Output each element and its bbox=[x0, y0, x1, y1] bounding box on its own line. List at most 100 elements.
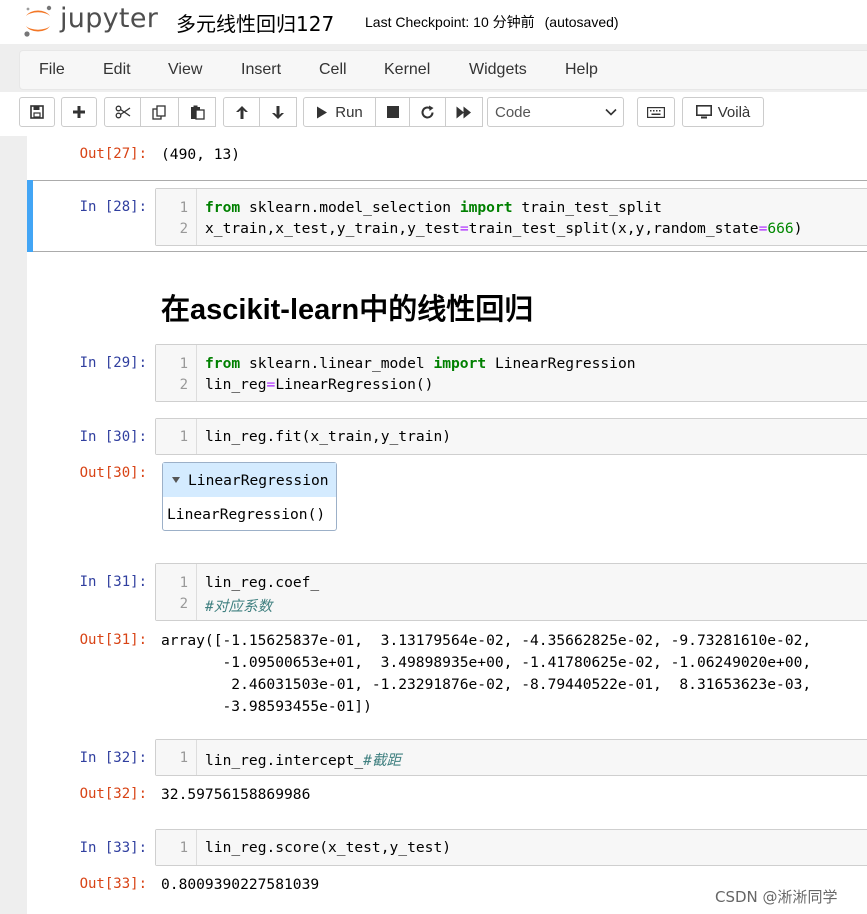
widget-header[interactable]: LinearRegression bbox=[163, 463, 336, 497]
code-text: LinearRegression() bbox=[275, 376, 434, 393]
jupyter-brand[interactable]: jupyter bbox=[60, 3, 158, 34]
checkpoint-status: Last Checkpoint: 10 分钟前 (autosaved) bbox=[365, 12, 619, 32]
run-button[interactable]: Run bbox=[303, 97, 376, 127]
restart-run-all-button[interactable] bbox=[446, 97, 483, 127]
code-text: LinearRegression bbox=[486, 355, 636, 372]
keyword: from bbox=[205, 199, 241, 216]
line-number: 1 bbox=[179, 200, 188, 216]
paste-button[interactable] bbox=[179, 97, 216, 127]
line-number: 2 bbox=[179, 377, 188, 393]
notebook-title[interactable]: 多元线性回归127 bbox=[176, 8, 334, 37]
cut-button[interactable] bbox=[104, 97, 141, 127]
in31-prompt: In [31]: bbox=[79, 574, 147, 590]
menu-insert[interactable]: Insert bbox=[241, 61, 281, 79]
arrow-up-icon bbox=[235, 105, 248, 119]
menu-kernel[interactable]: Kernel bbox=[384, 61, 430, 79]
paste-icon bbox=[190, 105, 205, 120]
jupyter-logo-icon bbox=[24, 5, 52, 37]
move-up-button[interactable] bbox=[223, 97, 260, 127]
stop-icon bbox=[386, 106, 399, 118]
code-text: lin_reg bbox=[205, 376, 267, 393]
widget-body: LinearRegression() bbox=[167, 506, 326, 523]
toolbar: Run Voilà bbox=[0, 92, 867, 136]
play-icon bbox=[317, 106, 328, 118]
in28-prompt: In [28]: bbox=[79, 199, 147, 215]
keyboard-icon bbox=[647, 106, 665, 118]
code-line: lin_reg.coef_ bbox=[205, 574, 320, 591]
plus-icon bbox=[73, 106, 85, 118]
menu-cell[interactable]: Cell bbox=[319, 61, 347, 79]
cell-type-select[interactable]: Code bbox=[487, 97, 624, 127]
menu-view[interactable]: View bbox=[168, 61, 202, 79]
line-gutter: 1 bbox=[156, 419, 197, 454]
line-number: 1 bbox=[179, 429, 188, 445]
line-number: 2 bbox=[179, 596, 188, 612]
menu-help[interactable]: Help bbox=[565, 61, 598, 79]
cell-type-value: Code bbox=[495, 104, 531, 121]
out27-text: (490, 13) bbox=[161, 146, 241, 163]
operator: = bbox=[459, 220, 469, 237]
in31-input[interactable]: 1 2 lin_reg.coef_ #对应系数 bbox=[155, 563, 867, 621]
save-button[interactable] bbox=[19, 97, 55, 127]
restart-icon bbox=[421, 105, 434, 118]
cut-icon bbox=[115, 105, 130, 119]
in30-prompt: In [30]: bbox=[79, 429, 147, 445]
interrupt-button[interactable] bbox=[376, 97, 410, 127]
command-palette-button[interactable] bbox=[637, 97, 675, 127]
code-text: x_train,x_test,y_train,y_test bbox=[205, 220, 460, 237]
copy-button[interactable] bbox=[141, 97, 179, 127]
code-line: x_train,x_test,y_train,y_test=train_test… bbox=[205, 220, 803, 237]
monitor-icon bbox=[695, 105, 712, 119]
markdown-heading: 在ascikit-learn中的线性回归 bbox=[161, 294, 534, 326]
menu-file[interactable]: File bbox=[39, 61, 65, 79]
in30-input[interactable]: 1 lin_reg.fit(x_train,y_train) bbox=[155, 418, 867, 455]
estimator-widget[interactable]: LinearRegression LinearRegression() bbox=[162, 462, 337, 531]
code-text: train_test_split(x,y,random_state bbox=[468, 220, 759, 237]
run-label: Run bbox=[335, 103, 363, 121]
menu-bar: File Edit View Insert Cell Kernel Widget… bbox=[19, 50, 867, 90]
checkpoint-text: Last Checkpoint: 10 分钟前 bbox=[365, 14, 535, 30]
menu-edit[interactable]: Edit bbox=[103, 61, 131, 79]
code-line: from sklearn.linear_model import LinearR… bbox=[205, 355, 636, 372]
in29-input[interactable]: 1 2 from sklearn.linear_model import Lin… bbox=[155, 344, 867, 402]
code-line: lin_reg.intercept_#截距 bbox=[205, 749, 401, 770]
arrow-down-icon bbox=[272, 105, 284, 119]
autosaved-text: (autosaved) bbox=[544, 14, 619, 30]
fast-forward-icon bbox=[456, 106, 471, 118]
out31-line: 2.46031503e-01, -1.23291876e-02, -8.7944… bbox=[161, 676, 812, 693]
move-down-button[interactable] bbox=[260, 97, 297, 127]
restart-button[interactable] bbox=[410, 97, 446, 127]
out27-prompt: Out[27]: bbox=[79, 146, 147, 162]
save-icon bbox=[30, 105, 44, 119]
code-text: train_test_split bbox=[512, 199, 662, 216]
code-text: lin_reg.intercept_ bbox=[205, 752, 364, 769]
voila-button[interactable]: Voilà bbox=[682, 97, 764, 127]
in33-input[interactable]: 1 lin_reg.score(x_test,y_test) bbox=[155, 829, 867, 866]
code-text: sklearn.linear_model bbox=[240, 355, 434, 372]
out31-line: array([-1.15625837e-01, 3.13179564e-02, … bbox=[161, 632, 812, 649]
line-number: 1 bbox=[179, 840, 188, 856]
code-line: lin_reg.score(x_test,y_test) bbox=[205, 839, 452, 856]
line-number: 2 bbox=[179, 221, 188, 237]
copy-icon bbox=[152, 104, 166, 120]
out30-prompt: Out[30]: bbox=[79, 465, 147, 481]
menu-widgets[interactable]: Widgets bbox=[469, 61, 527, 79]
code-text: ) bbox=[793, 220, 803, 237]
line-gutter: 1 bbox=[156, 740, 197, 775]
line-gutter: 1 bbox=[156, 830, 197, 865]
line-number: 1 bbox=[179, 750, 188, 766]
out33-prompt: Out[33]: bbox=[79, 876, 147, 892]
line-number: 1 bbox=[179, 356, 188, 372]
code-line: from sklearn.model_selection import trai… bbox=[205, 199, 662, 216]
chevron-down-icon bbox=[605, 108, 617, 116]
code-comment: #截距 bbox=[363, 752, 402, 769]
line-gutter: 1 2 bbox=[156, 345, 197, 401]
in28-input[interactable]: 1 2 from sklearn.model_selection import … bbox=[155, 188, 867, 246]
in32-input[interactable]: 1 lin_reg.intercept_#截距 bbox=[155, 739, 867, 776]
insert-cell-button[interactable] bbox=[61, 97, 97, 127]
out32-text: 32.59756158869986 bbox=[161, 786, 311, 803]
line-gutter: 1 2 bbox=[156, 564, 197, 620]
operator: = bbox=[266, 376, 276, 393]
code-text: sklearn.model_selection bbox=[240, 199, 460, 216]
keyword: import bbox=[459, 199, 513, 216]
